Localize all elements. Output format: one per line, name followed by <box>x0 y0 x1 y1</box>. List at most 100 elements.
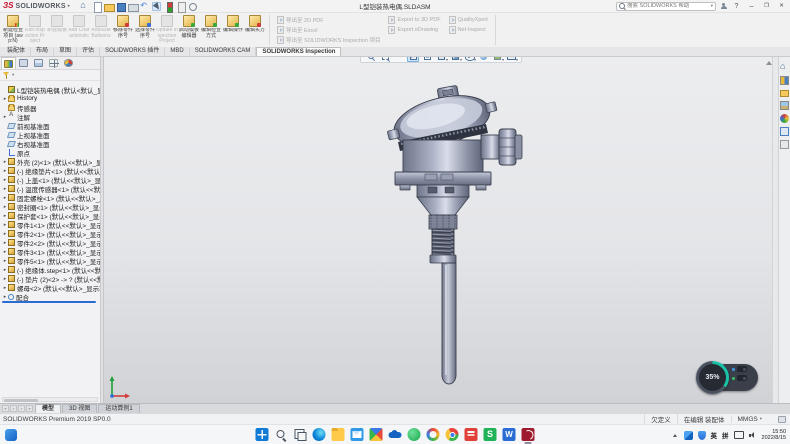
taskbar-app-icon[interactable] <box>313 428 326 441</box>
filter-icon[interactable] <box>3 72 10 79</box>
taskbar-widget-icon[interactable] <box>5 429 17 441</box>
screen-recorder-widget[interactable]: 35% <box>696 361 760 395</box>
security-shield-icon[interactable] <box>698 431 706 440</box>
ribbon-button[interactable]: Add/Edit Balloons <box>90 14 112 46</box>
taskbar-app-icon[interactable] <box>503 428 516 441</box>
restore-button[interactable] <box>761 1 772 11</box>
graphics-viewport[interactable]: 35% <box>104 57 778 403</box>
quick-access-icon[interactable] <box>104 2 113 11</box>
minimize-button[interactable] <box>746 1 757 11</box>
doc-tab[interactable]: 模型 <box>35 404 61 413</box>
tray-app-icon[interactable] <box>684 431 693 440</box>
tree-item[interactable]: 上视基准面 <box>0 130 100 139</box>
ribbon-button[interactable]: 新建模板 <box>46 14 68 46</box>
quick-access-icon[interactable] <box>140 2 149 11</box>
taskbar-app-icon[interactable] <box>408 428 421 441</box>
quick-access-icon[interactable] <box>164 2 173 11</box>
panel-tab[interactable] <box>46 57 61 69</box>
quick-access-icon[interactable] <box>188 2 197 11</box>
panel-tab[interactable] <box>61 57 76 69</box>
search-box[interactable]: ▾ <box>616 2 716 11</box>
taskbar-app-icon[interactable] <box>294 428 307 441</box>
tree-item[interactable]: 配合 <box>0 292 100 301</box>
thermocouple-model[interactable] <box>385 85 525 390</box>
taskbar-app-icon[interactable] <box>484 428 497 441</box>
quick-access-icon[interactable] <box>92 2 101 11</box>
search-input[interactable] <box>627 3 709 9</box>
recorder-button-row[interactable] <box>732 375 747 381</box>
taskbar-app-icon[interactable] <box>256 428 269 441</box>
task-pane-icon[interactable] <box>780 127 789 136</box>
ribbon-button[interactable]: 编辑操作 <box>222 14 244 46</box>
collapse-panel-icon[interactable] <box>765 60 774 67</box>
taskbar-app-icon[interactable] <box>465 428 478 441</box>
taskbar-app-icon[interactable] <box>522 428 535 441</box>
export-menu-item[interactable]: 导出至 SOLIDWORKS Inspection 项目 <box>277 36 380 44</box>
quick-access-icon[interactable] <box>116 2 125 11</box>
quick-access-icon[interactable] <box>128 2 137 11</box>
doc-tab[interactable]: 运动算例1 <box>98 404 139 413</box>
task-pane-icon[interactable] <box>780 101 789 110</box>
command-tab[interactable]: 装配体 <box>2 47 31 56</box>
task-pane-icon[interactable] <box>780 63 789 72</box>
panel-horizontal-scrollbar[interactable] <box>2 397 98 402</box>
ribbon-button[interactable]: 编辑实方 <box>244 14 266 46</box>
recorder-dial[interactable]: 35% <box>696 361 729 394</box>
taskbar-app-icon[interactable] <box>370 428 383 441</box>
ime-pinyin-indicator[interactable]: 拼 <box>722 430 729 440</box>
taskbar-app-icon[interactable] <box>351 428 364 441</box>
ribbon-button[interactable]: 移除零件序号 <box>112 14 134 46</box>
panel-tab[interactable] <box>31 57 46 69</box>
export-menu-item[interactable]: 导出至 2D PDF <box>277 16 380 24</box>
export-menu-item[interactable]: Net-Inspect <box>449 26 488 34</box>
hidden-icons-chevron[interactable] <box>672 432 679 439</box>
doc-tab[interactable]: 3D 视图 <box>62 404 97 413</box>
export-menu-item[interactable]: Export eDrawing <box>388 26 440 34</box>
taskbar-app-icon[interactable] <box>332 428 345 441</box>
tree-item[interactable]: History <box>0 94 100 103</box>
ime-language-indicator[interactable]: 英 <box>711 430 718 440</box>
ribbon-button[interactable]: Add Characteristic <box>68 14 90 46</box>
ribbon-button[interactable]: 新建检查项目 (awp:N) <box>2 14 24 46</box>
viewport-scrollbar[interactable] <box>772 57 778 403</box>
panel-tab[interactable] <box>1 57 16 69</box>
taskbar-app-icon[interactable] <box>427 428 440 441</box>
command-tab[interactable]: SOLIDWORKS 插件 <box>100 47 165 56</box>
command-tab[interactable]: SOLIDWORKS Inspection <box>256 47 341 56</box>
last-tab-icon[interactable]: » <box>26 405 33 412</box>
tree-item[interactable]: 前视基准面 <box>0 121 100 130</box>
tag-icon[interactable] <box>778 416 786 423</box>
taskbar-app-icon[interactable] <box>446 428 459 441</box>
search-dropdown-icon[interactable]: ▾ <box>711 3 713 9</box>
task-pane-icon[interactable] <box>780 76 789 85</box>
first-tab-icon[interactable]: « <box>2 405 9 412</box>
prev-tab-icon[interactable]: ‹ <box>10 405 17 412</box>
tree-item[interactable]: 右视基准面 <box>0 139 100 148</box>
tree-item[interactable]: 传感器 <box>0 103 100 112</box>
clock[interactable]: 15:50 2022/8/15 <box>762 429 786 442</box>
ribbon-button[interactable]: Update Inspection Project <box>156 14 178 46</box>
tree-item[interactable]: 螺母<2> (默认<<默认>_显示状态 <box>0 283 100 292</box>
task-pane-icon[interactable] <box>780 140 789 149</box>
tree-item[interactable]: L型铠装热电偶 (默认<默认_显示状态-1 <box>0 85 100 94</box>
task-pane-icon[interactable] <box>780 114 789 123</box>
export-menu-item[interactable]: QualityXpert <box>449 16 488 24</box>
close-button[interactable] <box>776 1 787 11</box>
menu-expand-icon[interactable]: ▸ <box>68 3 71 9</box>
next-tab-icon[interactable]: › <box>18 405 25 412</box>
export-menu-item[interactable]: 导出至 Excel <box>277 26 380 34</box>
tree-item[interactable]: 注解 <box>0 112 100 121</box>
ribbon-button[interactable]: 选择零件序号 <box>134 14 156 46</box>
display-cast-icon[interactable] <box>734 431 744 439</box>
quick-access-icon[interactable] <box>80 2 89 11</box>
volume-icon[interactable] <box>749 431 757 439</box>
taskbar-app-icon[interactable] <box>389 428 402 441</box>
panel-tab[interactable] <box>16 57 31 69</box>
recorder-button-row[interactable] <box>732 366 747 372</box>
quick-access-icon[interactable] <box>176 2 185 11</box>
filter-dropdown-icon[interactable]: ▾ <box>12 72 14 78</box>
quick-access-icon[interactable] <box>152 2 161 11</box>
login-icon[interactable] <box>720 3 727 10</box>
command-tab[interactable]: 布局 <box>31 47 54 56</box>
ribbon-button[interactable]: 启动模板编辑器 <box>178 14 200 46</box>
